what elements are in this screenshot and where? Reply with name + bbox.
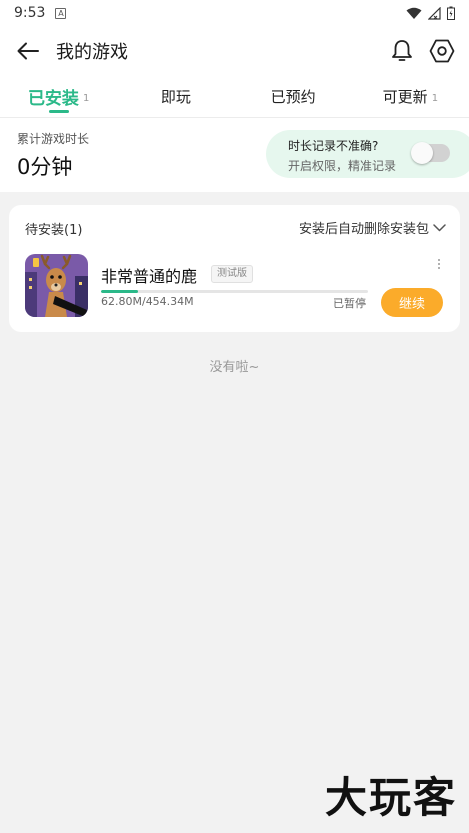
download-state: 已暂停 <box>333 297 366 310</box>
permission-card[interactable]: 时长记录不准确? 开启权限，精准记录 <box>266 130 469 178</box>
game-name[interactable]: 非常普通的鹿 <box>101 263 197 287</box>
tab-label: 已预约 <box>270 88 316 106</box>
more-options-button[interactable] <box>432 255 446 273</box>
settings-hex-icon <box>429 39 455 63</box>
tab-bar: 已安装 1 即玩 已预约 可更新 1 <box>0 76 469 118</box>
wifi-icon <box>406 7 422 19</box>
page-title: 我的游戏 <box>56 42 128 63</box>
tab-label: 可更新 <box>382 88 428 106</box>
game-icon[interactable] <box>25 254 88 317</box>
dot <box>438 267 440 269</box>
status-bar: 9:53 A <box>0 0 469 26</box>
pending-install-card: 待安装(1) 安装后自动删除安装包 非常普通的鹿 测试版 62.80M/454.… <box>9 205 460 332</box>
beta-badge: 测试版 <box>211 265 253 283</box>
auto-delete-dropdown[interactable]: 安装后自动删除安装包 <box>299 218 446 237</box>
watermark-logo: 大玩客 <box>324 773 457 822</box>
toggle-knob <box>411 142 433 164</box>
app-bar: 我的游戏 <box>0 26 469 76</box>
status-indicators <box>406 6 455 20</box>
download-progress-bar <box>101 290 368 293</box>
tab-label: 即玩 <box>160 88 191 106</box>
continue-button[interactable]: 继续 <box>381 288 443 317</box>
permission-toggle[interactable] <box>411 142 450 164</box>
dot <box>438 263 440 265</box>
signal-icon <box>428 6 441 20</box>
playtime-summary: 累计游戏时长 0分钟 时长记录不准确? 开启权限，精准记录 <box>0 118 469 192</box>
dot <box>438 259 440 261</box>
app-bar-actions <box>389 38 469 64</box>
download-progress-fill <box>101 290 138 293</box>
tab-updatable[interactable]: 可更新 1 <box>352 76 469 117</box>
tab-reserved[interactable]: 已预约 <box>235 76 352 117</box>
permission-title: 时长记录不准确? <box>288 139 379 153</box>
tab-count: 1 <box>82 93 90 104</box>
playtime-label: 累计游戏时长 <box>17 132 90 146</box>
battery-icon <box>447 6 455 20</box>
chevron-down-icon <box>433 223 446 231</box>
permission-subtitle: 开启权限，精准记录 <box>288 159 397 173</box>
tab-label: 已安装 <box>27 89 79 109</box>
tab-installed[interactable]: 已安装 1 <box>0 76 117 117</box>
notification-icon: A <box>55 7 67 19</box>
download-size: 62.80M/454.34M <box>101 295 194 308</box>
end-of-list-text: 没有啦~ <box>209 360 260 375</box>
pending-header: 待安装(1) <box>25 223 83 238</box>
deer-game-icon <box>25 254 88 317</box>
playtime-value: 0分钟 <box>17 155 73 179</box>
auto-delete-label: 安装后自动删除安装包 <box>298 222 429 237</box>
settings-button[interactable] <box>429 38 455 64</box>
status-time: 9:53 <box>14 5 46 21</box>
back-button[interactable] <box>0 26 56 76</box>
bell-icon <box>392 40 412 61</box>
tab-instant-play[interactable]: 即玩 <box>117 76 234 117</box>
back-arrow-icon <box>17 42 39 60</box>
tab-count: 1 <box>431 93 439 104</box>
notifications-button[interactable] <box>389 38 415 64</box>
